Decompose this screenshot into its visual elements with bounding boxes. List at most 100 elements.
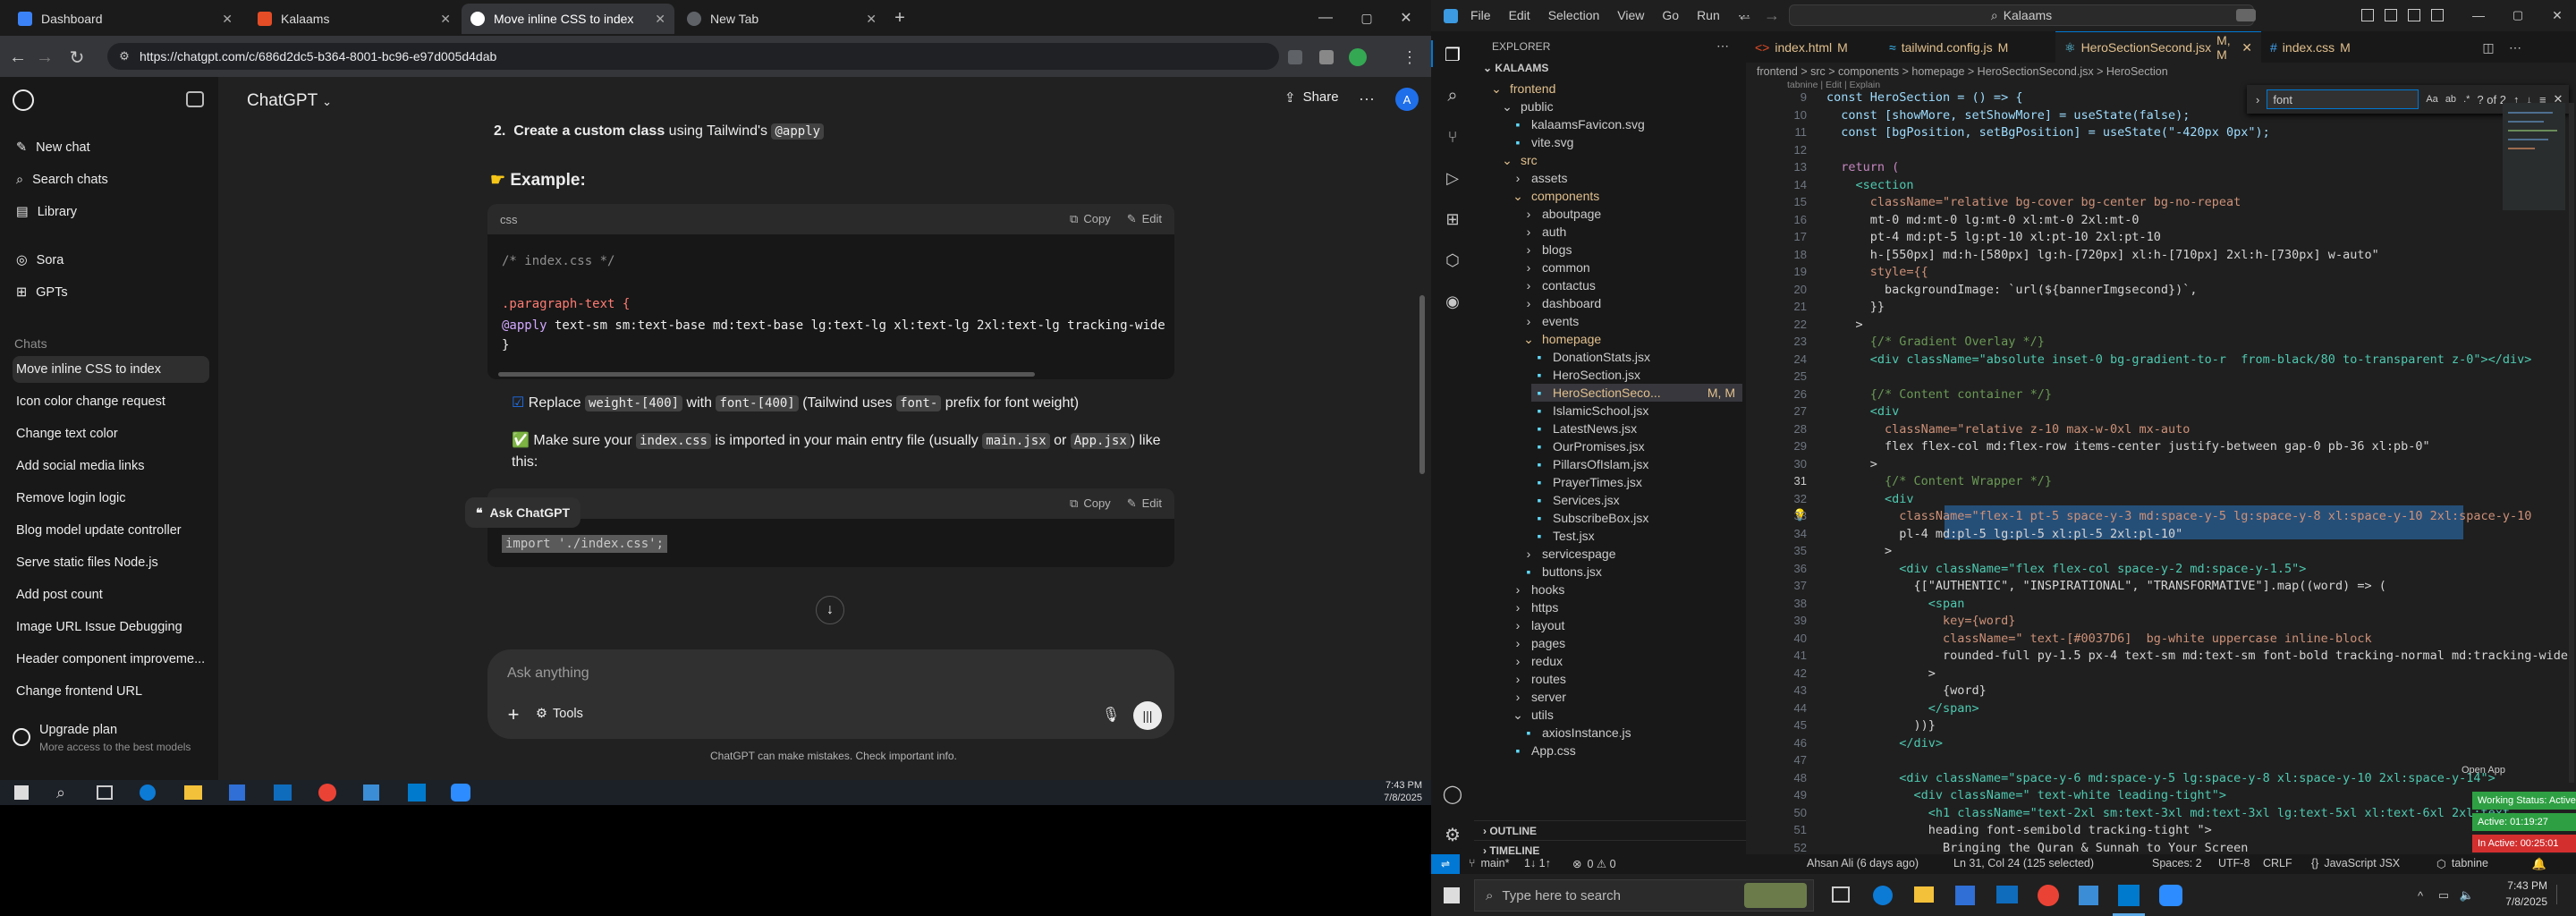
regex-icon[interactable]: .* bbox=[2463, 94, 2470, 105]
tree-folder[interactable]: › common bbox=[1521, 259, 1742, 276]
tree-file[interactable]: ▪ PillarsOfIslam.jsx bbox=[1531, 455, 1742, 473]
code-line[interactable]: mt-0 md:mt-0 lg:mt-0 xl:mt-0 2xl:mt-0 bbox=[1826, 213, 2140, 227]
more-options-icon[interactable]: ⋯ bbox=[1356, 89, 1377, 109]
run-debug-icon[interactable]: ▷ bbox=[1442, 167, 1463, 189]
tree-folder[interactable]: › servicespage bbox=[1521, 545, 1742, 563]
tabnine-icon[interactable]: ⬡ bbox=[1442, 250, 1463, 271]
copilot-chat-icon[interactable]: ◉ bbox=[1442, 291, 1463, 312]
command-center-search[interactable]: ⌕ Kalaams bbox=[1789, 4, 2254, 26]
match-case-icon[interactable]: Aa bbox=[2426, 94, 2437, 105]
editor-scrollbar[interactable] bbox=[2569, 103, 2574, 783]
code-line[interactable]: </div> bbox=[1826, 736, 1943, 751]
indentation[interactable]: Spaces: 2 bbox=[2152, 857, 2202, 869]
tree-folder[interactable]: › aboutpage bbox=[1521, 205, 1742, 223]
end-of-line[interactable]: CRLF bbox=[2263, 857, 2292, 869]
code-horizontal-scrollbar[interactable] bbox=[498, 372, 1035, 377]
code-line[interactable]: heading font-semibold tracking-tight "> bbox=[1826, 823, 2212, 837]
copy-button[interactable]: ⧉ Copy bbox=[1070, 212, 1111, 226]
code-line[interactable]: }} bbox=[1826, 300, 1885, 314]
tree-file[interactable]: ▪ PrayerTimes.jsx bbox=[1531, 473, 1742, 491]
tree-folder[interactable]: ⌄ homepage bbox=[1521, 330, 1742, 348]
tree-folder[interactable]: › redux bbox=[1510, 652, 1742, 670]
sidebar-chat-item[interactable]: Change text color bbox=[13, 420, 209, 447]
tree-folder[interactable]: › pages bbox=[1510, 634, 1742, 652]
code-line[interactable]: <section bbox=[1826, 178, 1914, 192]
edge-icon[interactable] bbox=[140, 785, 156, 801]
sidebar-chat-item[interactable]: Add post count bbox=[13, 581, 209, 608]
menu-item[interactable]: View bbox=[1617, 8, 1644, 23]
store-icon[interactable] bbox=[1955, 886, 1975, 905]
browser-tab-dashboard[interactable]: Dashboard ✕ bbox=[9, 4, 242, 34]
minimap[interactable] bbox=[2503, 103, 2565, 783]
composer-input[interactable]: Ask anything bbox=[507, 666, 589, 682]
maximize-icon[interactable]: ▢ bbox=[2508, 5, 2528, 25]
voice-mode-icon[interactable]: ||| bbox=[1133, 701, 1162, 730]
mail-icon[interactable] bbox=[1996, 886, 2018, 903]
code-line[interactable]: const [bgPosition, setBgPosition] = useS… bbox=[1826, 125, 2270, 140]
scroll-down-icon[interactable]: ↓ bbox=[816, 596, 844, 624]
code-line[interactable]: <div className="flex flex-col space-y-2 … bbox=[1826, 562, 2306, 576]
tree-folder[interactable]: › events bbox=[1521, 312, 1742, 330]
zoom-icon[interactable] bbox=[2159, 885, 2182, 906]
tree-folder[interactable]: › https bbox=[1510, 598, 1742, 616]
user-avatar[interactable]: A bbox=[1395, 88, 1419, 111]
reload-icon[interactable]: ↻ bbox=[66, 47, 88, 68]
close-tab-icon[interactable]: ✕ bbox=[222, 12, 233, 27]
tree-file[interactable]: ▪ kalaamsFavicon.svg bbox=[1510, 115, 1742, 133]
tree-file[interactable]: ▪ Services.jsx bbox=[1531, 491, 1742, 509]
whole-word-icon[interactable]: ab bbox=[2445, 94, 2456, 105]
browser-tab-new[interactable]: New Tab ✕ bbox=[678, 4, 886, 34]
code-line[interactable]: backgroundImage: `url(${bannerImgsecond}… bbox=[1826, 283, 2198, 297]
code-line[interactable]: flex flex-col md:flex-row items-center j… bbox=[1826, 439, 2430, 454]
code-line[interactable]: className="relative bg-cover bg-center b… bbox=[1826, 195, 2241, 209]
close-tab-icon[interactable]: ✕ bbox=[655, 12, 665, 27]
tree-folder[interactable]: ⌄ frontend bbox=[1488, 80, 1742, 98]
browser-tab-active[interactable]: Move inline CSS to index ✕ bbox=[462, 4, 674, 34]
sidebar-item-library[interactable]: ▤ Library bbox=[13, 199, 209, 225]
forward-arrow-icon[interactable]: → bbox=[1762, 5, 1782, 25]
code-line[interactable]: className="flex-1 pt-5 space-y-3 md:spac… bbox=[1826, 509, 2531, 523]
tree-folder[interactable]: ⌄ utils bbox=[1510, 706, 1742, 724]
code-line[interactable]: rounded-full py-1.5 px-4 text-sm md:text… bbox=[1826, 649, 2568, 663]
search-icon[interactable]: ⌕ bbox=[1442, 85, 1463, 106]
outline-section[interactable]: › OUTLINE bbox=[1474, 820, 1746, 840]
model-selector[interactable]: ChatGPT ⌄ bbox=[247, 91, 332, 111]
tree-folder[interactable]: › dashboard bbox=[1521, 294, 1742, 312]
copy-button[interactable]: ⧉ Copy bbox=[1070, 496, 1111, 511]
explorer-files-icon[interactable]: ❐ bbox=[1442, 44, 1463, 65]
file-explorer-icon[interactable] bbox=[184, 785, 202, 800]
code-line[interactable]: const [showMore, setShowMore] = useState… bbox=[1826, 108, 2190, 123]
branch-indicator[interactable]: ⑂ main* bbox=[1469, 857, 1509, 869]
menu-item[interactable]: Go bbox=[1662, 8, 1679, 23]
sidebar-item-gpts[interactable]: ⊞ GPTs bbox=[13, 279, 209, 306]
menu-item[interactable]: Run bbox=[1697, 8, 1720, 23]
tree-file[interactable]: ▪ HeroSectionSeco... M, M bbox=[1531, 384, 1742, 402]
remote-icon[interactable]: ⇌ bbox=[1431, 854, 1460, 874]
search-icon[interactable]: ⌕ bbox=[50, 782, 72, 803]
tree-file[interactable]: ▪ LatestNews.jsx bbox=[1531, 420, 1742, 437]
code-line[interactable]: {word} bbox=[1826, 683, 1987, 698]
code-line[interactable]: {/* Content Wrapper */} bbox=[1826, 474, 2052, 488]
tray-chevron-icon[interactable]: ^ bbox=[2411, 886, 2429, 904]
code-line[interactable]: {/* Gradient Overlay */} bbox=[1826, 335, 2045, 349]
breadcrumb[interactable]: frontend > src > components > homepage >… bbox=[1757, 65, 2168, 78]
network-icon[interactable]: ▭ bbox=[2435, 886, 2453, 904]
sidebar-chat-item[interactable]: Image URL Issue Debugging bbox=[13, 614, 209, 640]
tree-folder[interactable]: ⌄ components bbox=[1510, 187, 1742, 205]
tree-file[interactable]: ▪ OurPromises.jsx bbox=[1531, 437, 1742, 455]
chrome-icon[interactable] bbox=[318, 784, 336, 802]
openai-logo-icon[interactable] bbox=[13, 89, 34, 111]
tree-file[interactable]: ▪ HeroSection.jsx bbox=[1531, 366, 1742, 384]
code-line[interactable]: <div bbox=[1826, 404, 1900, 419]
tree-file[interactable]: ▪ SubscribeBox.jsx bbox=[1531, 509, 1742, 527]
toggle-sidebar-icon[interactable] bbox=[186, 91, 204, 107]
tab-index-html[interactable]: <> index.html M bbox=[1746, 31, 1880, 63]
show-desktop-button[interactable] bbox=[2556, 885, 2569, 904]
codelens[interactable]: tabnine | Edit | Explain bbox=[1787, 80, 1880, 90]
code-line[interactable]: const HeroSection = () => { bbox=[1826, 90, 2022, 105]
code-line[interactable]: > bbox=[1826, 457, 1877, 471]
menu-item[interactable]: Edit bbox=[1509, 8, 1530, 23]
sidebar-chat-item[interactable]: Change frontend URL bbox=[13, 678, 209, 705]
code-line[interactable]: > bbox=[1826, 544, 1892, 558]
add-attachment-icon[interactable]: + bbox=[504, 703, 523, 725]
